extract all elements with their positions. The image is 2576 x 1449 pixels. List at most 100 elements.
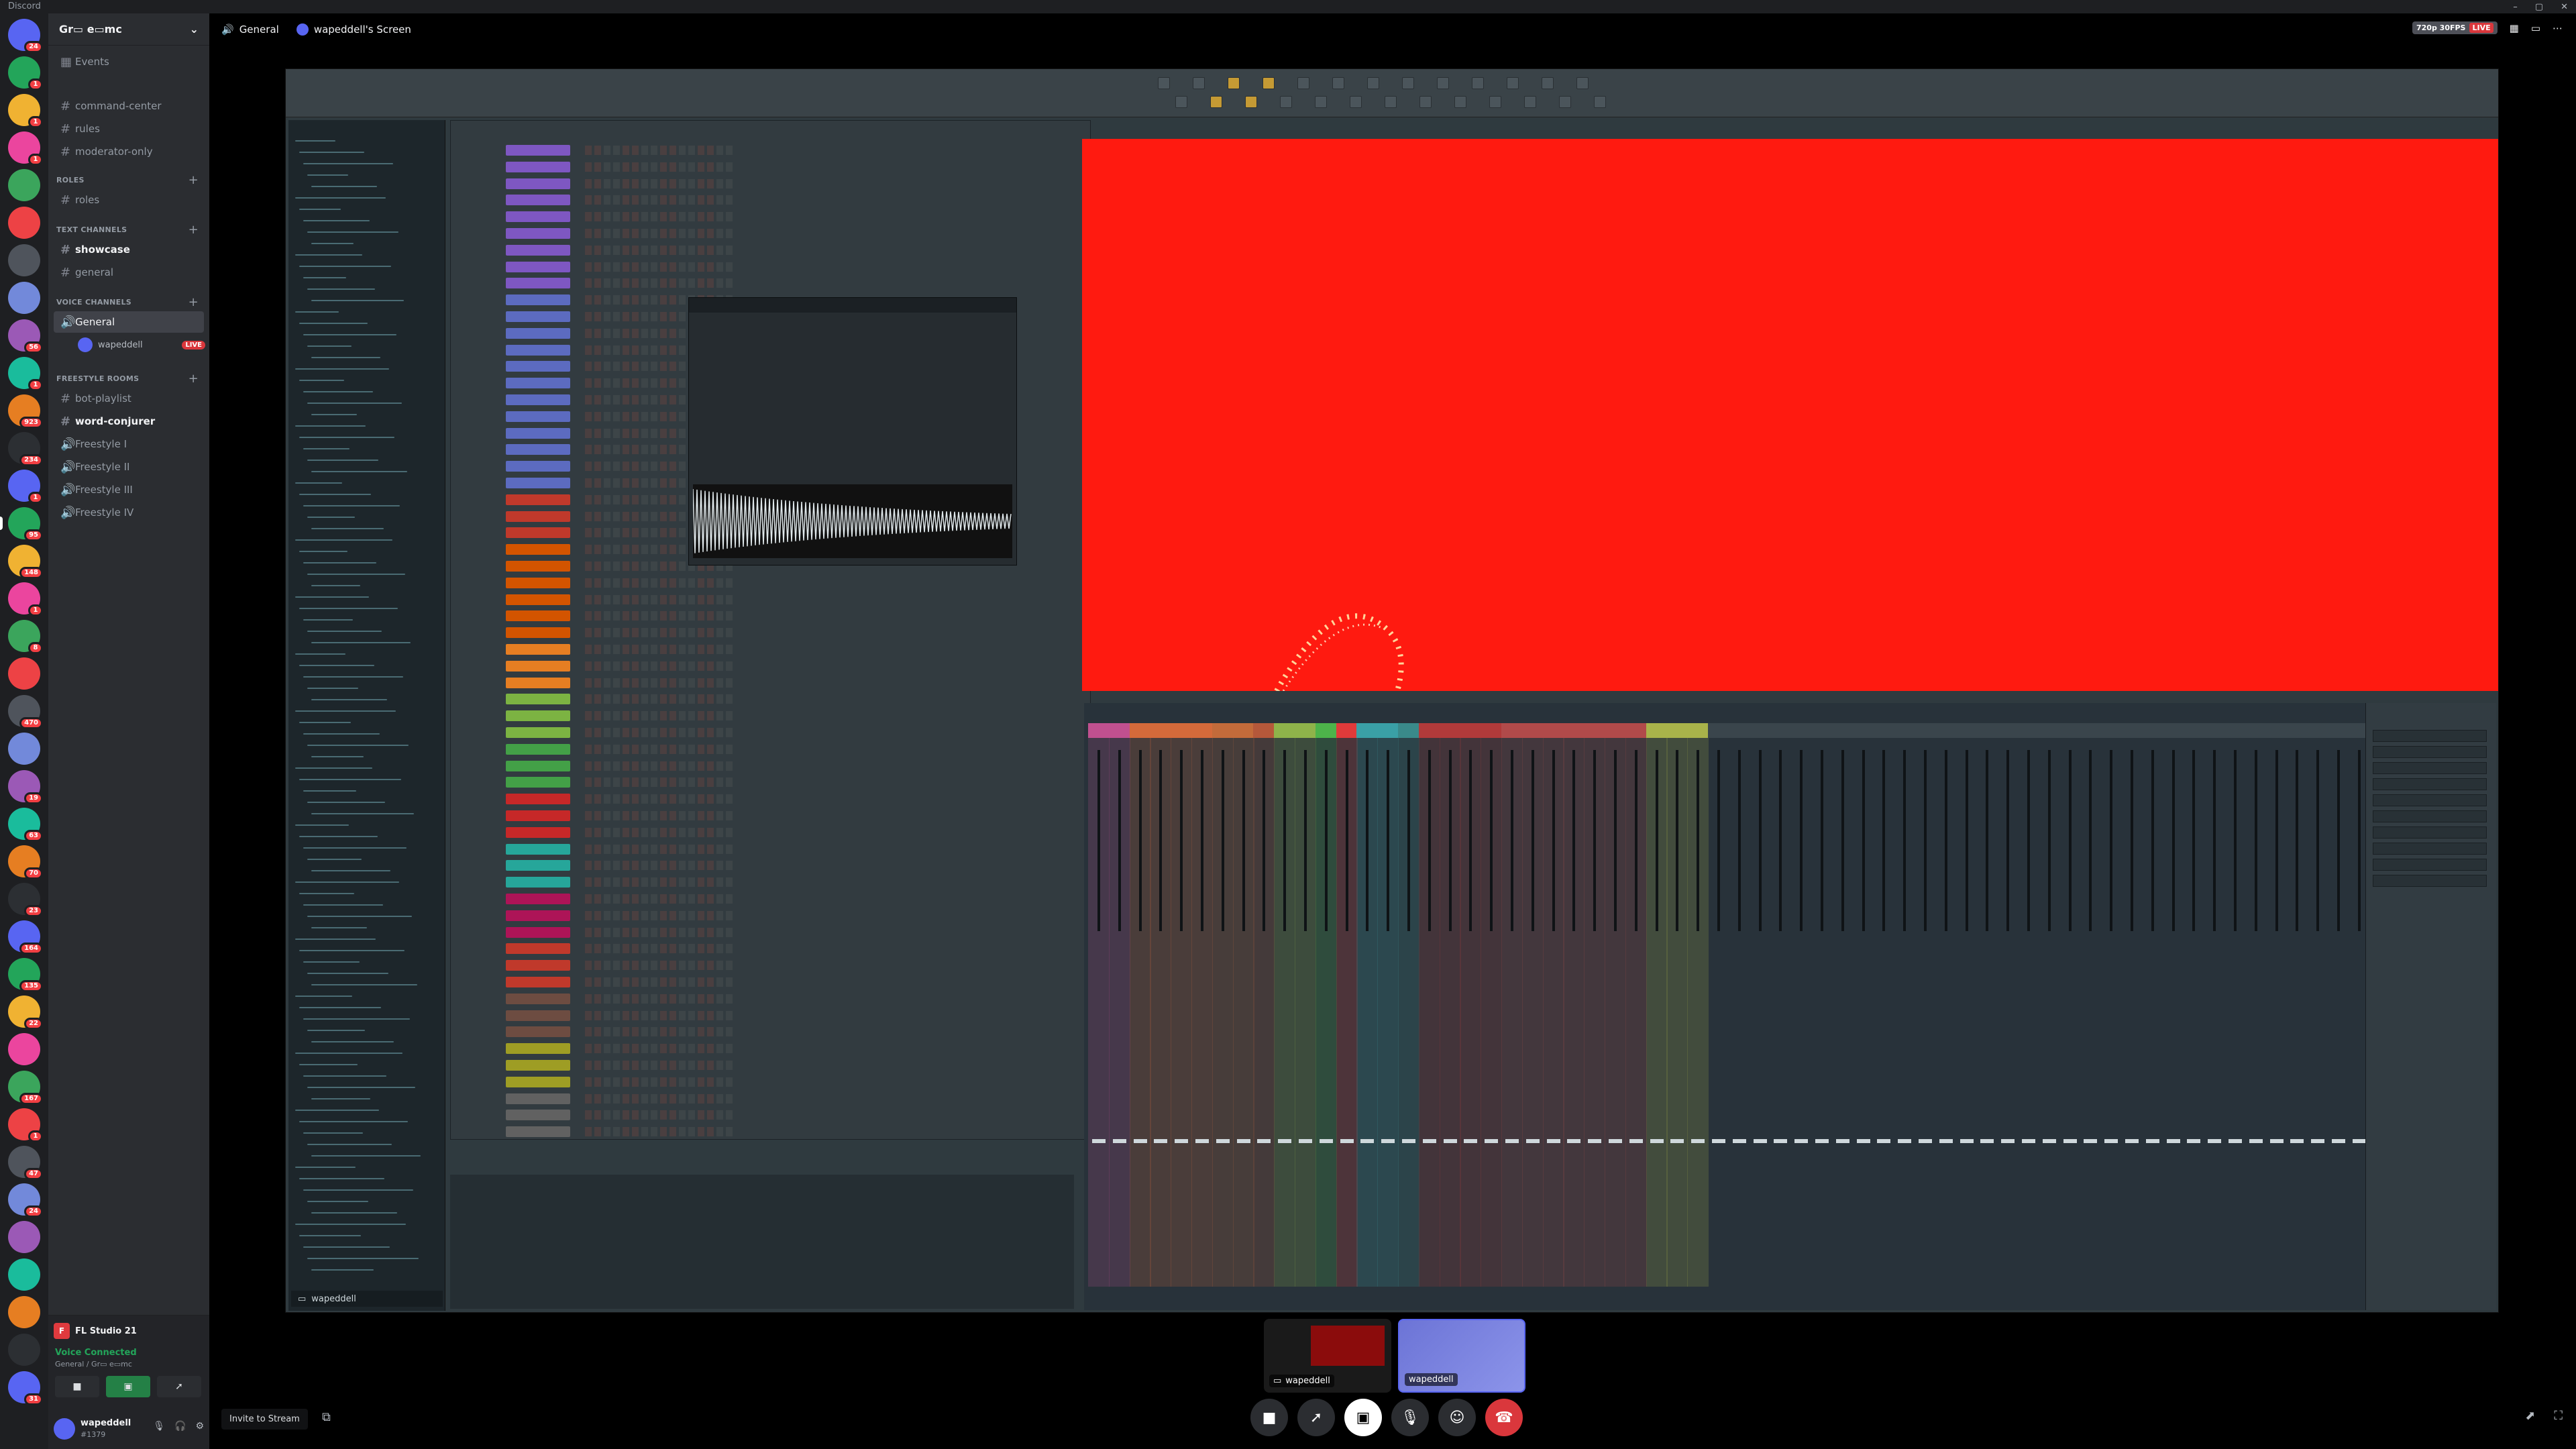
browser-entry xyxy=(311,471,407,472)
channel-bot-playlist[interactable]: # bot-playlist xyxy=(54,388,204,409)
gear-icon[interactable]: ⚙ xyxy=(195,1421,204,1432)
server-icon[interactable]: 8 xyxy=(8,620,43,654)
server-icon[interactable] xyxy=(8,1033,40,1065)
server-icon[interactable] xyxy=(8,657,40,690)
camera-button[interactable]: ■ xyxy=(1250,1399,1288,1436)
microphone-icon[interactable]: 🎙 xyxy=(153,1421,165,1432)
server-icon[interactable] xyxy=(8,207,40,239)
channel-word-conjurer[interactable]: # word-conjurer xyxy=(54,411,204,432)
server-icon[interactable]: 234 xyxy=(8,432,43,466)
voice-channel-freestyle-3[interactable]: 🔊 Freestyle III xyxy=(54,479,204,500)
headphones-icon[interactable]: 🎧 xyxy=(174,1421,186,1432)
server-icon[interactable]: 1 xyxy=(8,470,43,504)
more-icon[interactable]: ⋯ xyxy=(2553,22,2563,34)
chat-icon[interactable]: ▭ xyxy=(2531,22,2540,34)
voice-location[interactable]: General / Gr▭ e▭mc xyxy=(55,1360,132,1368)
server-icon[interactable]: 923 xyxy=(8,394,43,429)
voice-member[interactable]: wapeddell LIVE xyxy=(78,335,205,354)
channel-rules[interactable]: # rules xyxy=(54,118,204,140)
channel-moderator-only[interactable]: # moderator-only xyxy=(54,141,204,162)
server-icon[interactable]: 70 xyxy=(8,845,43,879)
server-icon[interactable]: 24 xyxy=(8,19,43,53)
fl-toolbar-button xyxy=(1472,77,1484,89)
category-roles[interactable]: ROLES + xyxy=(54,173,204,187)
voice-channel-freestyle-2[interactable]: 🔊 Freestyle II xyxy=(54,456,204,478)
server-icon[interactable]: 1 xyxy=(8,94,43,128)
plus-icon[interactable]: + xyxy=(189,295,199,309)
server-icon[interactable]: 1 xyxy=(8,357,43,391)
channel-showcase[interactable]: # showcase xyxy=(54,239,204,260)
server-icon[interactable]: 1 xyxy=(8,582,43,616)
server-icon[interactable]: 148 xyxy=(8,545,43,579)
server-icon[interactable]: 95 xyxy=(0,507,43,541)
server-icon[interactable] xyxy=(8,169,40,201)
minimize-icon[interactable]: – xyxy=(2513,2,2518,12)
camera-button[interactable]: ■ xyxy=(55,1376,99,1397)
server-icon[interactable]: 1 xyxy=(8,131,43,166)
channel-general[interactable]: # general xyxy=(54,262,204,283)
popout-icon[interactable]: ⧉ xyxy=(322,1410,331,1424)
server-icon[interactable] xyxy=(8,1334,40,1366)
step-button xyxy=(716,961,723,971)
participant-tile[interactable]: wapeddell xyxy=(1398,1319,1525,1393)
avatar[interactable] xyxy=(54,1418,75,1440)
activity-button[interactable]: ➚ xyxy=(1297,1399,1335,1436)
voice-channel-general[interactable]: 🔊 General xyxy=(54,311,204,333)
server-icon[interactable] xyxy=(8,1221,40,1253)
maximize-icon[interactable]: ▢ xyxy=(2535,2,2543,12)
step-button xyxy=(632,1010,639,1020)
server-icon[interactable]: 470 xyxy=(8,695,43,729)
plus-icon[interactable]: + xyxy=(189,223,199,237)
step-button xyxy=(594,478,601,488)
server-icon[interactable]: 1 xyxy=(8,56,43,91)
server-icon[interactable]: 47 xyxy=(8,1146,43,1180)
step-button xyxy=(688,611,695,621)
fl-toolbar-button xyxy=(1559,96,1571,108)
server-icon[interactable]: 56 xyxy=(8,319,43,354)
level-meter xyxy=(1821,750,1823,931)
server-icon[interactable]: 164 xyxy=(8,920,43,955)
activity-button[interactable]: ➚ xyxy=(157,1376,201,1397)
server-icon[interactable]: 31 xyxy=(8,1371,43,1405)
events-item[interactable]: ▦ Events xyxy=(54,51,204,72)
plus-icon[interactable]: + xyxy=(189,372,199,386)
server-icon[interactable]: 1 xyxy=(8,1108,43,1142)
category-freestyle-rooms[interactable]: FREESTYLE ROOMS + xyxy=(54,372,204,386)
screen-share-button[interactable]: ▣ xyxy=(106,1376,150,1397)
server-icon[interactable]: 63 xyxy=(8,808,43,842)
channel-roles[interactable]: # roles xyxy=(54,189,204,211)
soundboard-button[interactable]: ☺ xyxy=(1438,1399,1476,1436)
server-icon[interactable]: 22 xyxy=(8,996,43,1030)
category-voice-channels[interactable]: VOICE CHANNELS + xyxy=(54,295,204,309)
shared-screen[interactable]: ▭ wapeddell xyxy=(285,68,2499,1313)
server-icon[interactable] xyxy=(8,1296,40,1328)
server-header[interactable]: Gr▭ e▭mc ⌄ xyxy=(48,13,209,46)
server-icon[interactable] xyxy=(8,1258,40,1291)
disconnect-button[interactable]: ☎ xyxy=(1485,1399,1523,1436)
plus-icon[interactable]: + xyxy=(189,173,199,187)
step-button xyxy=(585,711,592,721)
strip-header xyxy=(2121,723,2143,738)
step-button xyxy=(604,146,610,155)
channel-command-center[interactable]: # command-center xyxy=(54,95,204,117)
step-button xyxy=(632,245,639,255)
popout-window-icon[interactable]: ⬈ xyxy=(2525,1409,2535,1423)
mute-button[interactable]: 🎙 xyxy=(1391,1399,1429,1436)
participant-tile[interactable]: ▭ wapeddell xyxy=(1264,1319,1391,1393)
server-icon[interactable] xyxy=(8,244,40,276)
voice-channel-freestyle-4[interactable]: 🔊 Freestyle IV xyxy=(54,502,204,523)
server-icon[interactable]: 135 xyxy=(8,958,43,992)
voice-channel-freestyle-1[interactable]: 🔊 Freestyle I xyxy=(54,433,204,455)
server-icon[interactable]: 167 xyxy=(8,1071,43,1105)
category-text-channels[interactable]: TEXT CHANNELS + xyxy=(54,223,204,237)
server-icon[interactable]: 24 xyxy=(8,1183,43,1218)
server-icon[interactable]: 23 xyxy=(8,883,43,917)
server-icon[interactable] xyxy=(8,282,40,314)
server-icon[interactable] xyxy=(8,733,40,765)
server-icon[interactable]: 19 xyxy=(8,770,43,804)
stop-stream-button[interactable]: ▣ xyxy=(1344,1399,1382,1436)
fullscreen-icon[interactable]: ⛶ xyxy=(2554,1409,2563,1423)
voice-status[interactable]: Voice Connected xyxy=(55,1348,137,1358)
close-icon[interactable]: ✕ xyxy=(2561,2,2568,12)
grid-icon[interactable]: ▦ xyxy=(2510,22,2519,34)
